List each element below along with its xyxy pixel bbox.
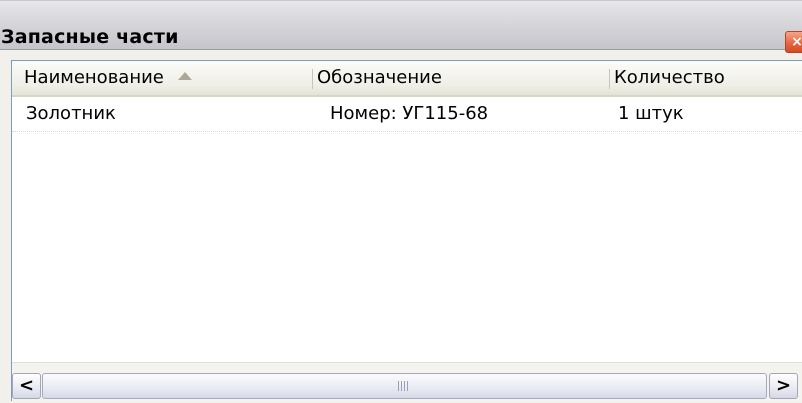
cell-quantity: 1 штук	[618, 103, 684, 124]
close-icon: ×	[791, 34, 802, 50]
column-header-quantity[interactable]: Количество	[614, 61, 725, 95]
column-header-name-label: Наименование	[24, 67, 164, 88]
spare-parts-panel: Запасные части × Наименование Обозначени…	[0, 0, 802, 403]
sort-ascending-icon	[177, 72, 192, 80]
cell-name: Золотник	[26, 103, 116, 124]
horizontal-scrollbar[interactable]: < >	[12, 362, 802, 402]
chevron-left-icon: <	[18, 375, 35, 396]
scroll-right-button[interactable]: >	[769, 373, 798, 399]
scrollbar-thumb[interactable]	[42, 373, 767, 399]
column-header-name[interactable]: Наименование	[24, 61, 192, 95]
panel-title: Запасные части	[1, 26, 179, 48]
column-header-quantity-label: Количество	[614, 67, 725, 88]
chevron-right-icon: >	[775, 375, 792, 396]
grip-icon	[398, 381, 410, 391]
column-separator[interactable]	[312, 69, 313, 89]
column-separator[interactable]	[609, 69, 610, 89]
spare-parts-grid: Наименование Обозначение Количество Золо…	[11, 60, 802, 402]
grid-header: Наименование Обозначение Количество	[12, 61, 802, 97]
scroll-left-button[interactable]: <	[12, 373, 41, 399]
column-header-designation[interactable]: Обозначение	[317, 61, 442, 95]
close-button[interactable]: ×	[785, 31, 802, 53]
table-row[interactable]: Золотник Номер: УГ115-68 1 штук	[12, 97, 802, 132]
column-header-designation-label: Обозначение	[317, 67, 442, 88]
title-bar: Запасные части ×	[0, 1, 802, 53]
cell-designation: Номер: УГ115-68	[330, 103, 489, 124]
